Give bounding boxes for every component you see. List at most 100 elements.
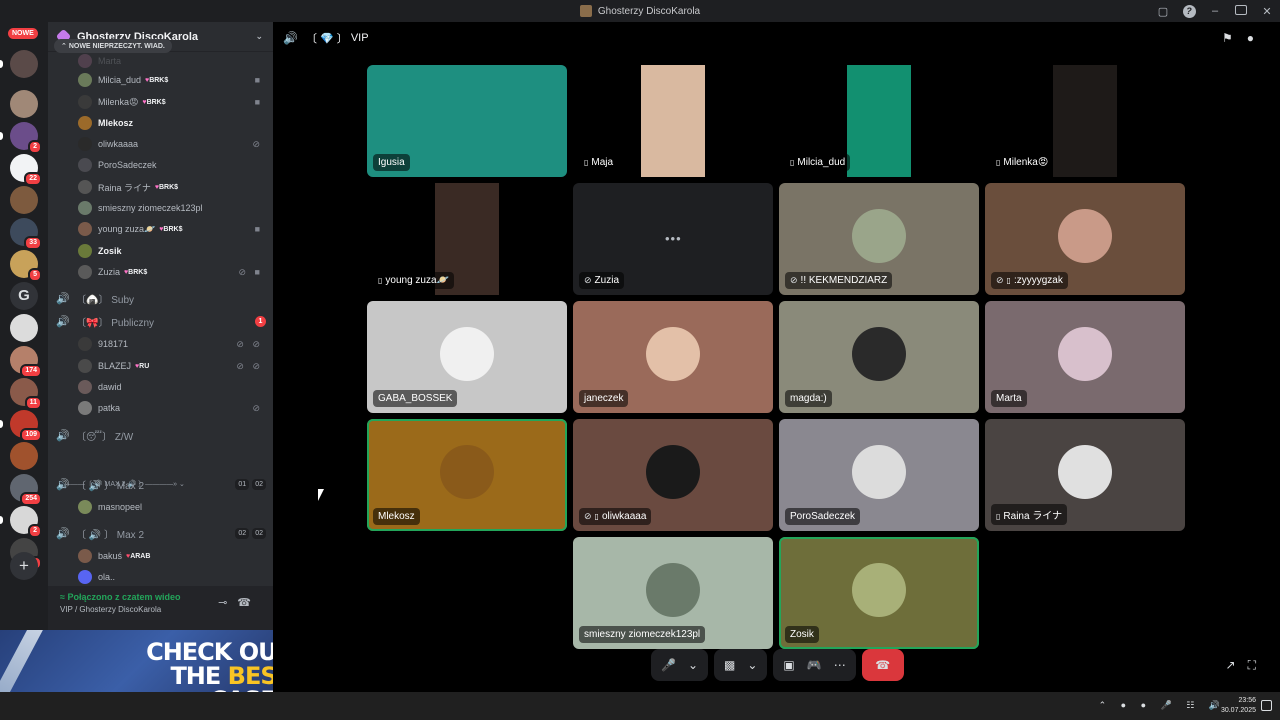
video-tile[interactable]: ••• ⊘ Zuzia bbox=[573, 183, 773, 295]
video-tile[interactable]: ⊘ ▯ oliwkaaaa bbox=[573, 419, 773, 531]
notification-icon[interactable] bbox=[1261, 700, 1272, 711]
voice-member[interactable]: Milcia_dudBRK$ ■ bbox=[78, 70, 263, 90]
server-icon[interactable]: 174 bbox=[10, 346, 42, 378]
video-tile[interactable]: smieszny ziomeczek123pl bbox=[573, 537, 773, 649]
speaker-icon: 🔊 bbox=[56, 527, 70, 540]
voice-channel-max2-b[interactable]: 🔊 〔 🔊 〕 Max 2 02 02 bbox=[56, 522, 266, 544]
mic-control[interactable]: 🎤 ⌄ bbox=[651, 649, 709, 681]
voice-member[interactable]: Raina ライナ BRK$ bbox=[78, 177, 263, 197]
activity-controls: ▣ 🎮 ⋯ bbox=[773, 649, 856, 681]
avatar bbox=[78, 265, 92, 279]
member-name: smieszny ziomeczek123pl bbox=[98, 203, 203, 213]
minimize-button[interactable]: – bbox=[1202, 5, 1228, 17]
chevron-down-icon[interactable]: ⌄ bbox=[688, 658, 698, 672]
help-icon[interactable]: ? bbox=[1176, 4, 1202, 18]
server-icon-g[interactable]: G bbox=[10, 282, 38, 310]
disconnect-icon[interactable]: ☎ bbox=[237, 597, 261, 609]
voice-member[interactable]: dawid bbox=[78, 377, 263, 397]
server-icon[interactable]: 2 bbox=[10, 122, 42, 154]
new-unread-pill[interactable]: ⌃ NOWE NIEPRZECZYT. WIAD. bbox=[54, 39, 172, 53]
maximize-button[interactable] bbox=[1228, 4, 1254, 18]
participant-name: Igusia bbox=[378, 157, 405, 168]
voice-member[interactable]: masnopeel bbox=[78, 497, 263, 517]
noise-suppression-icon[interactable]: ⊸ bbox=[218, 597, 237, 609]
leave-call-button[interactable]: ☎ bbox=[861, 649, 904, 681]
voice-member[interactable]: ola.. bbox=[78, 567, 263, 587]
voice-member[interactable]: BLAZEJRU ⊘ ⊘ bbox=[78, 356, 263, 376]
voice-member[interactable]: Marta bbox=[78, 51, 263, 71]
screen-share-icon[interactable]: ▣ bbox=[783, 658, 794, 672]
video-tile[interactable]: ▯ Raina ライナ bbox=[985, 419, 1185, 531]
inbox-icon[interactable]: ▢ bbox=[1150, 5, 1176, 18]
add-server-button[interactable]: + bbox=[10, 552, 38, 580]
server-icon[interactable] bbox=[10, 186, 38, 214]
video-tile[interactable]: janeczek bbox=[573, 301, 773, 413]
avatar bbox=[78, 116, 92, 130]
server-icon[interactable] bbox=[10, 90, 38, 118]
member-name: ola.. bbox=[98, 572, 116, 582]
server-icon[interactable]: 11 bbox=[10, 378, 42, 410]
voice-channel-max2-a[interactable]: 🔊 〔 🔊 〕 Max 2 01 02 bbox=[56, 473, 266, 495]
close-button[interactable]: ✕ bbox=[1254, 5, 1280, 18]
server-icon[interactable] bbox=[10, 442, 38, 470]
voice-member[interactable]: young zuza🪐BRK$ ■ bbox=[78, 219, 263, 239]
voice-member[interactable]: oliwkaaaa ⊘ bbox=[78, 134, 263, 154]
voice-member[interactable]: Mlekosz bbox=[78, 113, 263, 133]
participant-avatar bbox=[646, 327, 700, 381]
bookmark-icon[interactable]: ⚑ bbox=[1222, 31, 1247, 45]
camera-control[interactable]: ▩ ⌄ bbox=[714, 649, 768, 681]
voice-channel-suby[interactable]: 🔊 〔🍙〕 Suby bbox=[56, 287, 266, 309]
clock[interactable]: 23:56 30.07.2025 bbox=[1221, 696, 1256, 716]
mobile-icon: ▯ bbox=[996, 158, 1001, 167]
camera-off-icon[interactable]: ▩ bbox=[724, 658, 735, 672]
video-tile[interactable]: ▯ Milenka😡 bbox=[985, 65, 1185, 177]
voice-channel-label: 〔🍙〕 Suby bbox=[76, 294, 135, 306]
popout-icon[interactable]: ↗ bbox=[1226, 658, 1248, 672]
voice-member[interactable]: smieszny ziomeczek123pl bbox=[78, 198, 263, 218]
video-tile[interactable]: ▯ Maja bbox=[573, 65, 773, 177]
server-icon[interactable]: 33 bbox=[10, 218, 42, 250]
fullscreen-icon[interactable]: ⛶ bbox=[1248, 658, 1268, 672]
video-tile[interactable]: ▯ young zuza🪐 bbox=[367, 183, 567, 295]
voice-channel-publiczny[interactable]: 🔊 〔🎀〕 Publiczny 1 bbox=[56, 310, 266, 332]
voice-member[interactable]: bakuśARAB bbox=[78, 546, 263, 566]
nowe-badge[interactable]: NOWE bbox=[8, 28, 38, 39]
server-icon[interactable]: 2 bbox=[10, 506, 42, 538]
user-count: 02 bbox=[235, 527, 250, 539]
server-icon[interactable]: 5 bbox=[10, 250, 42, 282]
user-count: 02 bbox=[252, 478, 266, 490]
server-icon[interactable]: 109 bbox=[10, 410, 42, 442]
speaker-icon: 🔊 bbox=[56, 292, 70, 305]
voice-member[interactable]: patka ⊘ bbox=[78, 398, 263, 418]
voice-member[interactable]: Milenka😡BRK$ ■ bbox=[78, 92, 263, 112]
voice-member[interactable]: ZuziaBRK$ ⊘ ■ bbox=[78, 262, 263, 282]
video-tile[interactable]: magda:) bbox=[779, 301, 979, 413]
server-icon[interactable]: 254 bbox=[10, 474, 42, 506]
voice-channel-zw[interactable]: 🔊 〔😴〕 Z/W bbox=[56, 424, 266, 446]
video-tile[interactable]: ⊘ ▯:zyyyygzak bbox=[985, 183, 1185, 295]
video-tile[interactable]: Igusia bbox=[367, 65, 567, 177]
voice-member[interactable]: Zosik bbox=[78, 241, 263, 261]
video-tile[interactable]: ▯ Milcia_dud bbox=[779, 65, 979, 177]
server-icon[interactable] bbox=[10, 314, 38, 342]
more-icon[interactable]: ⋯ bbox=[834, 658, 846, 672]
server-icon[interactable]: 22 bbox=[10, 154, 42, 186]
chevron-down-icon[interactable]: ⌄ bbox=[747, 658, 757, 672]
chat-icon[interactable]: ● bbox=[1247, 31, 1268, 45]
server-icon[interactable] bbox=[10, 50, 38, 78]
activity-icon[interactable]: 🎮 bbox=[807, 658, 822, 672]
video-tile[interactable]: PoroSadeczek bbox=[779, 419, 979, 531]
video-tile[interactable]: Marta bbox=[985, 301, 1185, 413]
voice-member[interactable]: PoroSadeczek bbox=[78, 155, 263, 175]
microphone-icon[interactable]: 🎤 bbox=[661, 658, 676, 672]
video-tile[interactable]: ⊘!! KEKMENDZIARZ bbox=[779, 183, 979, 295]
system-tray[interactable]: ⌃ ● ● 🎤 ☷ 🔊 bbox=[1099, 700, 1226, 711]
voice-member[interactable]: 918171 ⊘ ⊘ bbox=[78, 334, 263, 354]
voice-connected-status[interactable]: ≈ Połączono z czatem wideo bbox=[60, 592, 180, 602]
mention-badge: 5 bbox=[28, 268, 42, 282]
chevron-down-icon[interactable]: ⌄ bbox=[255, 31, 263, 42]
video-tile[interactable]: Mlekosz bbox=[367, 419, 567, 531]
role-tag: BRK$ bbox=[142, 99, 166, 106]
video-tile[interactable]: GABA_BOSSEK bbox=[367, 301, 567, 413]
video-tile[interactable]: Zosik bbox=[779, 537, 979, 649]
